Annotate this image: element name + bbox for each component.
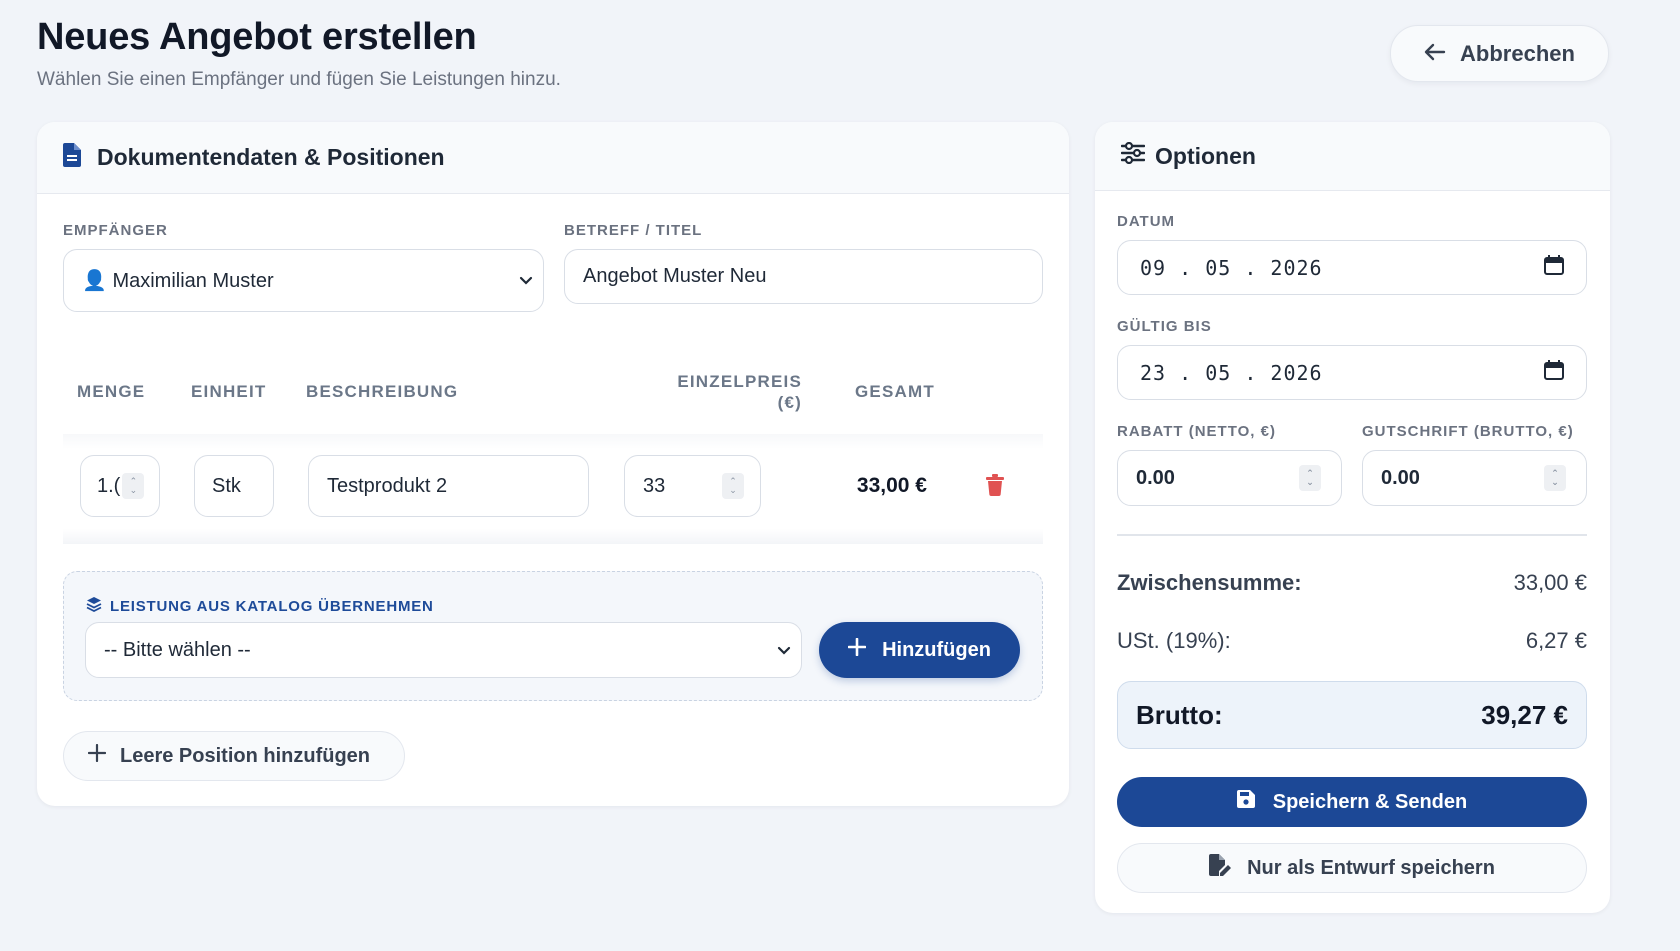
valid-until-label: GÜLTIG BIS <box>1117 318 1212 335</box>
date-value: 09 . 05 . 2026 <box>1140 255 1323 280</box>
spinner-arrows-icon[interactable]: ⌃ ⌄ <box>1544 465 1566 491</box>
column-header-quantity: MENGE <box>77 382 146 401</box>
divider <box>1117 534 1587 536</box>
add-empty-position-button[interactable]: Leere Position hinzufügen <box>63 731 405 781</box>
column-header-unit: EINHEIT <box>191 382 267 401</box>
position-total: 33,00 € <box>856 474 927 497</box>
options-card-header: Optionen <box>1095 122 1610 191</box>
catalog-add-button[interactable]: Hinzufügen <box>819 622 1020 678</box>
page-subtitle: Wählen Sie einen Empfänger und fügen Sie… <box>37 69 561 90</box>
layers-icon <box>86 596 102 616</box>
column-header-total: GESAMT <box>855 382 935 401</box>
gross-total-box: Brutto: 39,27 € <box>1117 681 1587 749</box>
catalog-label: LEISTUNG AUS KATALOG ÜBERNEHMEN <box>86 596 434 616</box>
unit-price-value: 33 <box>643 474 666 497</box>
catalog-section: LEISTUNG AUS KATALOG ÜBERNEHMEN -- Bitte… <box>63 571 1043 701</box>
save-send-label: Speichern & Senden <box>1272 790 1468 813</box>
subject-label: BETREFF / TITEL <box>564 222 703 239</box>
credit-input[interactable]: 0.00 ⌃ ⌄ <box>1362 450 1587 506</box>
document-card-title: Dokumentendaten & Positionen <box>97 144 445 170</box>
subtotal-value: 33,00 € <box>1513 570 1587 595</box>
column-header-description: BESCHREIBUNG <box>306 382 459 401</box>
vat-value: 6,27 € <box>1525 628 1587 653</box>
document-icon <box>63 142 81 173</box>
vat-label: USt. (19%): <box>1117 628 1231 653</box>
discount-label: RABATT (NETTO, €) <box>1117 423 1276 440</box>
add-empty-position-label: Leere Position hinzufügen <box>120 744 371 767</box>
calendar-icon[interactable] <box>1544 359 1564 386</box>
save-send-button[interactable]: Speichern & Senden <box>1117 777 1587 827</box>
unit-price-stepper[interactable]: 33 ⌃ ⌄ <box>624 455 761 517</box>
column-header-unit-price-line1: EINZELPREIS <box>677 372 802 391</box>
gross-label: Brutto: <box>1136 699 1223 730</box>
document-card: Dokumentendaten & Positionen EMPFÄNGER 👤… <box>37 122 1069 806</box>
plus-icon <box>87 743 107 768</box>
catalog-add-button-label: Hinzufügen <box>882 638 991 661</box>
cancel-button[interactable]: Abbrechen <box>1390 25 1609 82</box>
quantity-value: 1.( <box>97 474 121 497</box>
save-draft-button[interactable]: Nur als Entwurf speichern <box>1117 843 1587 893</box>
valid-until-input[interactable]: 23 . 05 . 2026 <box>1117 345 1587 400</box>
unit-input[interactable]: Stk <box>194 455 274 517</box>
catalog-select-value: -- Bitte wählen -- <box>104 638 251 661</box>
discount-input[interactable]: 0.00 ⌃ ⌄ <box>1117 450 1342 506</box>
calendar-icon[interactable] <box>1544 254 1564 281</box>
spinner-arrows-icon[interactable]: ⌃ ⌄ <box>1299 465 1321 491</box>
save-draft-label: Nur als Entwurf speichern <box>1247 856 1495 879</box>
file-edit-icon <box>1209 854 1232 882</box>
arrow-left-icon <box>1424 41 1446 67</box>
floppy-disk-icon <box>1236 790 1255 814</box>
plus-icon <box>847 637 867 662</box>
spinner-arrows-icon[interactable]: ⌃ ⌄ <box>122 473 145 499</box>
subtotal-row: Zwischensumme: 33,00 € <box>1117 570 1587 596</box>
unit-value: Stk <box>212 474 241 497</box>
quantity-stepper[interactable]: 1.( ⌃ ⌄ <box>80 455 160 517</box>
subject-input-value: Angebot Muster Neu <box>583 265 767 287</box>
description-input[interactable]: Testprodukt 2 <box>308 455 589 517</box>
catalog-label-text: LEISTUNG AUS KATALOG ÜBERNEHMEN <box>110 597 434 615</box>
recipient-select-value: 👤 Maximilian Muster <box>82 270 274 292</box>
recipient-label: EMPFÄNGER <box>63 222 168 239</box>
discount-value: 0.00 <box>1136 466 1175 489</box>
valid-until-value: 23 . 05 . 2026 <box>1140 360 1323 385</box>
trash-icon[interactable] <box>986 474 1004 501</box>
subtotal-label: Zwischensumme: <box>1117 570 1302 595</box>
chevron-down-icon <box>519 269 533 292</box>
credit-value: 0.00 <box>1381 466 1420 489</box>
cancel-button-label: Abbrechen <box>1460 40 1575 66</box>
vat-row: USt. (19%): 6,27 € <box>1117 628 1587 654</box>
catalog-select[interactable]: -- Bitte wählen -- <box>85 622 802 678</box>
column-header-unit-price: EINZELPREIS (€) <box>640 371 802 413</box>
recipient-select[interactable]: 👤 Maximilian Muster <box>63 249 544 312</box>
sliders-icon <box>1120 141 1146 170</box>
page-title: Neues Angebot erstellen <box>37 16 477 58</box>
spinner-arrows-icon[interactable]: ⌃ ⌄ <box>722 473 744 499</box>
description-value: Testprodukt 2 <box>327 474 448 497</box>
options-card: Optionen DATUM 09 . 05 . 2026 GÜLTIG BIS… <box>1095 122 1610 913</box>
subject-input[interactable]: Angebot Muster Neu <box>564 249 1043 304</box>
date-input[interactable]: 09 . 05 . 2026 <box>1117 240 1587 295</box>
credit-label: GUTSCHRIFT (BRUTTO, €) <box>1362 423 1574 440</box>
chevron-down-icon <box>777 639 791 662</box>
options-card-title: Optionen <box>1155 142 1256 169</box>
column-header-unit-price-line2: (€) <box>777 393 802 412</box>
gross-value: 39,27 € <box>1481 699 1568 730</box>
document-card-header: Dokumentendaten & Positionen <box>37 122 1069 194</box>
date-label: DATUM <box>1117 213 1176 230</box>
